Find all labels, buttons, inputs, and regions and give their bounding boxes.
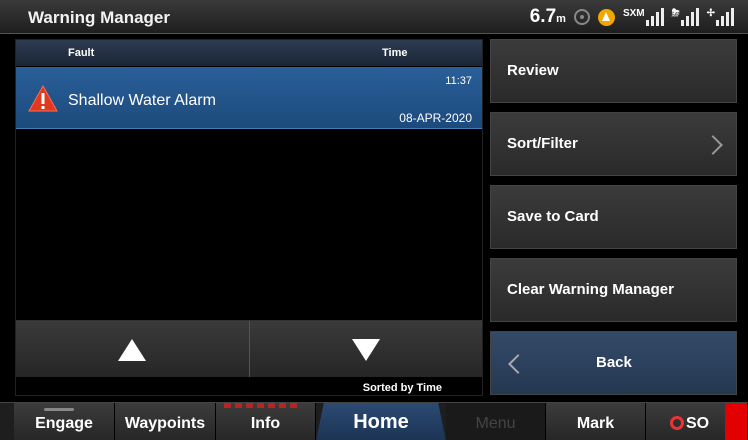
warning-triangle-icon <box>28 85 58 112</box>
page-title: Warning Manager <box>28 8 170 27</box>
alarm-name: Shallow Water Alarm <box>68 92 216 109</box>
depth-readout: 6.7m <box>529 6 566 27</box>
nav-menu[interactable]: Menu <box>446 403 546 440</box>
sos-indicator <box>725 403 747 440</box>
fault-list-panel: Fault Time Shallow Water Alarm 11:37 08-… <box>15 39 483 396</box>
clear-warning-manager-button[interactable]: Clear Warning Manager <box>490 258 737 322</box>
scroll-controls <box>16 320 482 377</box>
chevron-right-icon <box>703 135 723 155</box>
ais-signal-icon: ✢ <box>707 8 734 26</box>
nav-waypoints[interactable]: Waypoints <box>115 403 216 440</box>
lifebuoy-icon <box>670 416 684 430</box>
title-bar: Warning Manager 6.7m SXM ⛈ ✢ <box>0 0 748 34</box>
review-button[interactable]: Review <box>490 39 737 103</box>
arrow-up-icon <box>118 339 147 361</box>
sort-status: Sorted by Time <box>362 382 442 394</box>
gps-icon <box>573 9 590 25</box>
bottom-nav: Engage Waypoints Info Home Menu Mark SO <box>0 402 748 440</box>
alarm-time: 11:37 <box>445 75 472 87</box>
nav-home[interactable]: Home <box>316 403 446 440</box>
fault-column-header: Fault <box>68 47 95 59</box>
arrow-down-icon <box>351 339 380 361</box>
nav-sos[interactable]: SO <box>646 403 748 440</box>
back-button[interactable]: Back <box>490 331 737 395</box>
nav-info[interactable]: Info <box>216 403 316 440</box>
nav-mark[interactable]: Mark <box>546 403 646 440</box>
engage-indicator <box>44 408 74 411</box>
chevron-left-icon <box>508 354 528 374</box>
info-alert-indicator <box>224 403 300 408</box>
sxm-signal-icon: SXM <box>623 8 664 26</box>
list-header: Fault Time <box>16 40 482 66</box>
nav-engage[interactable]: Engage <box>14 403 115 440</box>
status-bar: 6.7m SXM ⛈ ✢ <box>530 6 734 28</box>
scroll-up-button[interactable] <box>16 321 250 377</box>
list-item[interactable]: Shallow Water Alarm 11:37 08-APR-2020 <box>16 67 482 129</box>
alarm-date: 08-APR-2020 <box>399 111 472 125</box>
save-to-card-button[interactable]: Save to Card <box>490 185 737 249</box>
weather-signal-icon: ⛈ <box>672 8 699 26</box>
scroll-down-button[interactable] <box>249 321 482 377</box>
time-column-header: Time <box>382 47 408 59</box>
warning-icon[interactable] <box>597 8 615 26</box>
sort-filter-button[interactable]: Sort/Filter <box>490 112 737 176</box>
